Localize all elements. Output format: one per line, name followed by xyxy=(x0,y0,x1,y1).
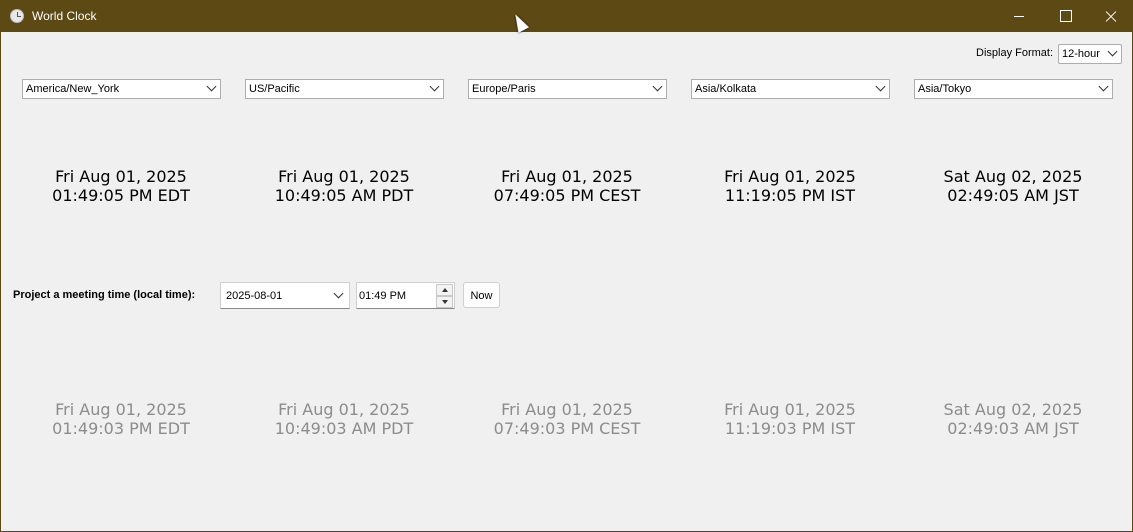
projected-time-1: Fri Aug 01, 2025 01:49:03 PM EDT xyxy=(21,400,221,438)
timezone-value: Asia/Tokyo xyxy=(918,83,972,95)
projected-time: 11:19:03 PM IST xyxy=(724,419,856,438)
clock-time: 11:19:05 PM IST xyxy=(724,186,856,205)
spin-up-icon[interactable] xyxy=(436,284,453,296)
projected-date: Fri Aug 01, 2025 xyxy=(55,400,187,419)
clock-date: Sat Aug 02, 2025 xyxy=(943,167,1083,186)
clock-time: 02:49:05 AM JST xyxy=(947,186,1079,205)
maximize-button[interactable] xyxy=(1042,1,1088,32)
minimize-button[interactable] xyxy=(996,1,1042,32)
chevron-down-icon xyxy=(1107,46,1118,57)
clock-time: 01:49:05 PM EDT xyxy=(52,186,190,205)
clock-date: Fri Aug 01, 2025 xyxy=(724,167,856,186)
meeting-date-value: 2025-08-01 xyxy=(226,290,283,302)
chevron-down-icon xyxy=(652,81,663,92)
chevron-down-icon xyxy=(429,81,440,92)
display-format-select[interactable]: 12-hour xyxy=(1058,44,1122,64)
display-format-label: Display Format: xyxy=(976,47,1054,59)
meeting-time-spinner[interactable]: 01:49 PM xyxy=(356,282,455,309)
clock-date: Fri Aug 01, 2025 xyxy=(278,167,410,186)
clock-display-1: Fri Aug 01, 2025 01:49:05 PM EDT xyxy=(21,167,221,205)
window-title: World Clock xyxy=(32,9,97,23)
clock-date: Fri Aug 01, 2025 xyxy=(501,167,633,186)
projected-date: Fri Aug 01, 2025 xyxy=(278,400,410,419)
projected-time-5: Sat Aug 02, 2025 02:49:03 AM JST xyxy=(913,400,1113,438)
timezone-select-3[interactable]: Europe/Paris xyxy=(468,79,667,99)
timezone-select-1[interactable]: America/New_York xyxy=(22,79,221,99)
chevron-down-icon xyxy=(333,288,344,299)
clock-display-5: Sat Aug 02, 2025 02:49:05 AM JST xyxy=(913,167,1113,205)
projected-time: 10:49:03 AM PDT xyxy=(274,419,414,438)
meeting-time-label: Project a meeting time (local time): xyxy=(13,289,196,301)
timezone-value: Europe/Paris xyxy=(472,83,536,95)
clock-display-4: Fri Aug 01, 2025 11:19:05 PM IST xyxy=(690,167,890,205)
projected-time-3: Fri Aug 01, 2025 07:49:03 PM CEST xyxy=(467,400,667,438)
projected-time: 07:49:03 PM CEST xyxy=(493,419,641,438)
timezone-value: US/Pacific xyxy=(249,83,300,95)
meeting-time-value: 01:49 PM xyxy=(359,290,407,302)
clock-time: 07:49:05 PM CEST xyxy=(493,186,641,205)
projected-time-4: Fri Aug 01, 2025 11:19:03 PM IST xyxy=(690,400,890,438)
projected-date: Sat Aug 02, 2025 xyxy=(943,400,1083,419)
title-bar[interactable]: World Clock xyxy=(1,1,1133,32)
timezone-value: Asia/Kolkata xyxy=(695,83,757,95)
clock-time: 10:49:05 AM PDT xyxy=(274,186,414,205)
projected-date: Fri Aug 01, 2025 xyxy=(501,400,633,419)
clock-date: Fri Aug 01, 2025 xyxy=(55,167,187,186)
projected-time: 02:49:03 AM JST xyxy=(947,419,1079,438)
meeting-date-picker[interactable]: 2025-08-01 xyxy=(220,282,350,309)
clock-display-3: Fri Aug 01, 2025 07:49:05 PM CEST xyxy=(467,167,667,205)
chevron-down-icon xyxy=(875,81,886,92)
chevron-down-icon xyxy=(1098,81,1109,92)
chevron-down-icon xyxy=(206,81,217,92)
timezone-select-2[interactable]: US/Pacific xyxy=(245,79,444,99)
projected-time-2: Fri Aug 01, 2025 10:49:03 AM PDT xyxy=(244,400,444,438)
projected-date: Fri Aug 01, 2025 xyxy=(724,400,856,419)
clock-display-2: Fri Aug 01, 2025 10:49:05 AM PDT xyxy=(244,167,444,205)
timezone-select-5[interactable]: Asia/Tokyo xyxy=(914,79,1113,99)
world-clock-window: World Clock Display Format: 12-hour Amer… xyxy=(0,0,1133,532)
projected-time: 01:49:03 PM EDT xyxy=(52,419,190,438)
timezone-value: America/New_York xyxy=(26,83,120,95)
clock-icon xyxy=(10,9,24,23)
close-button[interactable] xyxy=(1088,1,1133,32)
spin-down-icon[interactable] xyxy=(436,296,453,308)
timezone-select-4[interactable]: Asia/Kolkata xyxy=(691,79,890,99)
display-format-value: 12-hour xyxy=(1062,48,1100,60)
now-button[interactable]: Now xyxy=(463,282,500,308)
